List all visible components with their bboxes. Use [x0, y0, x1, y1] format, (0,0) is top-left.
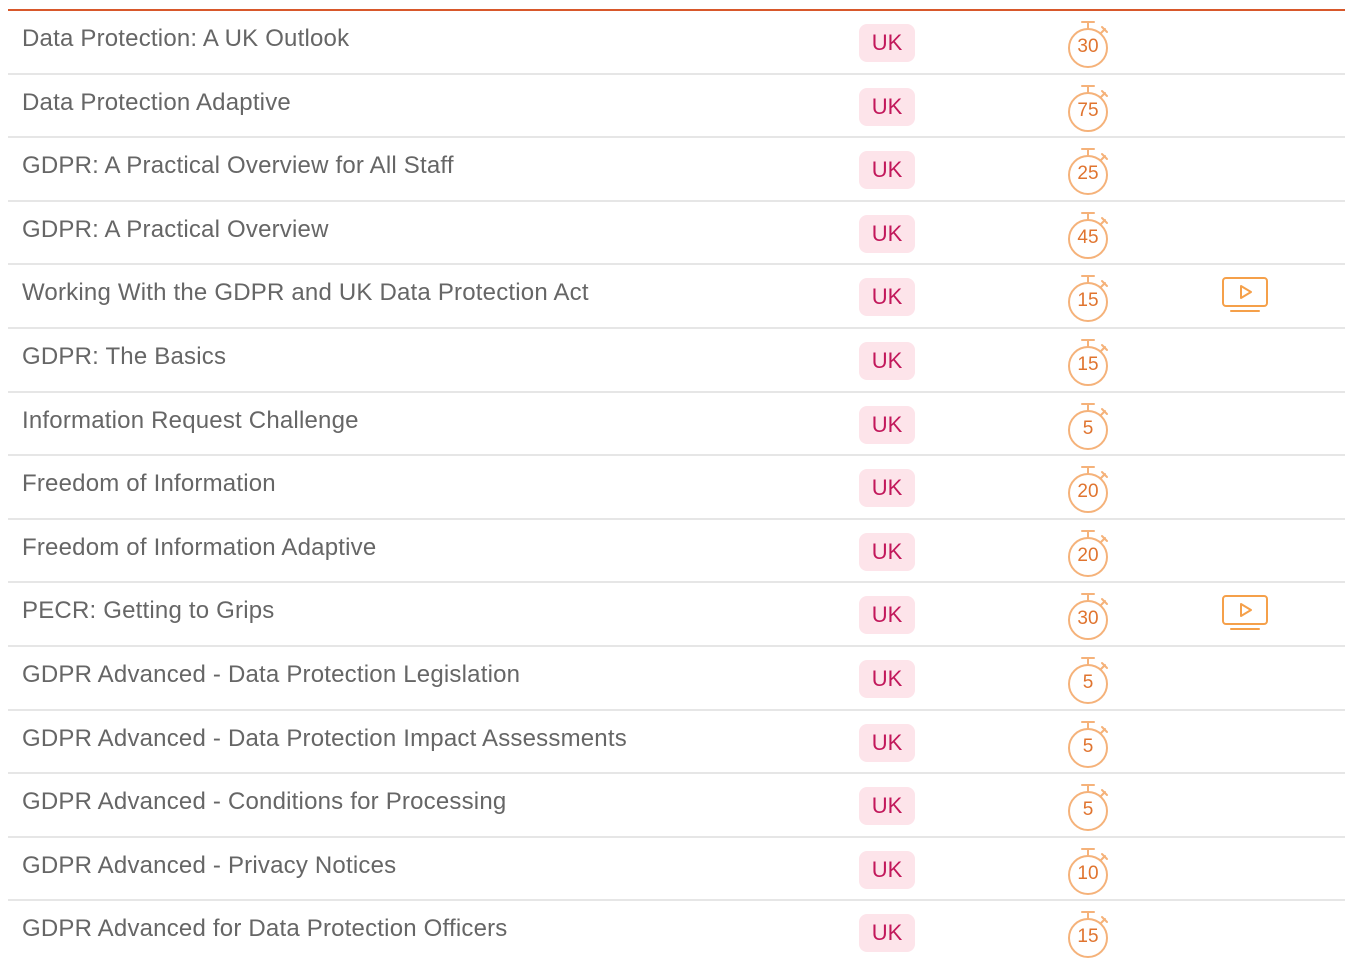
course-title-link[interactable]: GDPR Advanced - Data Protection Impact A…	[22, 725, 627, 753]
region-badge: UK	[859, 469, 915, 508]
duration-minutes: 20	[1077, 544, 1099, 566]
course-title-link[interactable]: GDPR Advanced - Conditions for Processin…	[22, 788, 506, 816]
region-badge: UK	[859, 151, 915, 190]
duration-timer: 5	[1064, 717, 1112, 769]
region-badge: UK	[859, 278, 915, 317]
duration-minutes: 5	[1082, 735, 1094, 757]
region-badge: UK	[859, 787, 915, 826]
region-badge: UK	[859, 341, 915, 380]
course-title-link[interactable]: Data Protection Adaptive	[22, 89, 291, 117]
duration-minutes: 15	[1077, 290, 1099, 312]
course-title-link[interactable]: GDPR: A Practical Overview	[22, 216, 329, 244]
duration-minutes: 30	[1077, 608, 1099, 630]
course-table: Data Protection: A UK Outlook UK 30 Data…	[8, 9, 1345, 963]
region-badge: UK	[859, 405, 915, 444]
course-title-link[interactable]: GDPR Advanced - Data Protection Legislat…	[22, 661, 520, 689]
table-row: GDPR Advanced for Data Protection Office…	[8, 901, 1345, 963]
duration-minutes: 30	[1077, 36, 1099, 57]
region-badge: UK	[859, 723, 915, 762]
table-row: GDPR Advanced - Conditions for Processin…	[8, 774, 1345, 838]
duration-minutes: 45	[1077, 226, 1099, 248]
duration-timer: 5	[1064, 653, 1112, 705]
course-title-link[interactable]: GDPR Advanced for Data Protection Office…	[22, 915, 508, 943]
duration-timer: 30	[1064, 589, 1112, 641]
duration-timer: 20	[1064, 462, 1112, 514]
region-badge: UK	[859, 659, 915, 698]
duration-timer: 75	[1064, 81, 1112, 133]
course-title-link[interactable]: Data Protection: A UK Outlook	[22, 25, 349, 53]
duration-timer: 5	[1064, 780, 1112, 832]
table-row: GDPR: The Basics UK 15	[8, 329, 1345, 393]
region-badge: UK	[859, 914, 915, 953]
duration-minutes: 5	[1082, 799, 1094, 821]
duration-timer: 5	[1064, 399, 1112, 451]
table-row: Freedom of Information Adaptive UK 20	[8, 520, 1345, 584]
table-row: Data Protection Adaptive UK 75	[8, 75, 1345, 139]
duration-minutes: 75	[1077, 99, 1099, 121]
duration-minutes: 15	[1077, 353, 1099, 375]
duration-timer: 25	[1064, 144, 1112, 196]
duration-minutes: 5	[1082, 671, 1094, 693]
table-row: GDPR Advanced - Data Protection Legislat…	[8, 647, 1345, 711]
table-row: Working With the GDPR and UK Data Protec…	[8, 265, 1345, 329]
course-title-link[interactable]: GDPR: A Practical Overview for All Staff	[22, 152, 454, 180]
course-title-link[interactable]: GDPR: The Basics	[22, 343, 226, 371]
table-row: PECR: Getting to Grips UK 30	[8, 583, 1345, 647]
course-title-link[interactable]: GDPR Advanced - Privacy Notices	[22, 852, 396, 880]
duration-minutes: 20	[1077, 481, 1099, 503]
duration-timer: 30	[1064, 17, 1112, 69]
table-row: Information Request Challenge UK 5	[8, 393, 1345, 457]
course-title-link[interactable]: Freedom of Information	[22, 470, 276, 498]
duration-timer: 15	[1064, 907, 1112, 959]
duration-timer: 10	[1064, 844, 1112, 896]
duration-minutes: 10	[1077, 862, 1099, 884]
video-play-icon[interactable]	[1221, 594, 1269, 632]
table-row: GDPR Advanced - Privacy Notices UK 10	[8, 838, 1345, 902]
video-play-icon[interactable]	[1221, 276, 1269, 314]
table-row: Data Protection: A UK Outlook UK 30	[8, 11, 1345, 75]
region-badge: UK	[859, 850, 915, 889]
region-badge: UK	[859, 87, 915, 126]
table-row: GDPR Advanced - Data Protection Impact A…	[8, 711, 1345, 775]
course-title-link[interactable]: Information Request Challenge	[22, 407, 359, 435]
course-title-link[interactable]: Freedom of Information Adaptive	[22, 534, 376, 562]
table-row: Freedom of Information UK 20	[8, 456, 1345, 520]
duration-timer: 45	[1064, 208, 1112, 260]
table-row: GDPR: A Practical Overview for All Staff…	[8, 138, 1345, 202]
region-badge: UK	[859, 532, 915, 571]
region-badge: UK	[859, 596, 915, 635]
course-title-link[interactable]: PECR: Getting to Grips	[22, 597, 275, 625]
region-badge: UK	[859, 24, 915, 62]
duration-timer: 20	[1064, 526, 1112, 578]
duration-timer: 15	[1064, 335, 1112, 387]
region-badge: UK	[859, 214, 915, 253]
duration-minutes: 25	[1077, 163, 1099, 185]
duration-timer: 15	[1064, 271, 1112, 323]
table-row: GDPR: A Practical Overview UK 45	[8, 202, 1345, 266]
course-title-link[interactable]: Working With the GDPR and UK Data Protec…	[22, 279, 589, 307]
duration-minutes: 5	[1082, 417, 1094, 439]
duration-minutes: 15	[1077, 926, 1099, 948]
